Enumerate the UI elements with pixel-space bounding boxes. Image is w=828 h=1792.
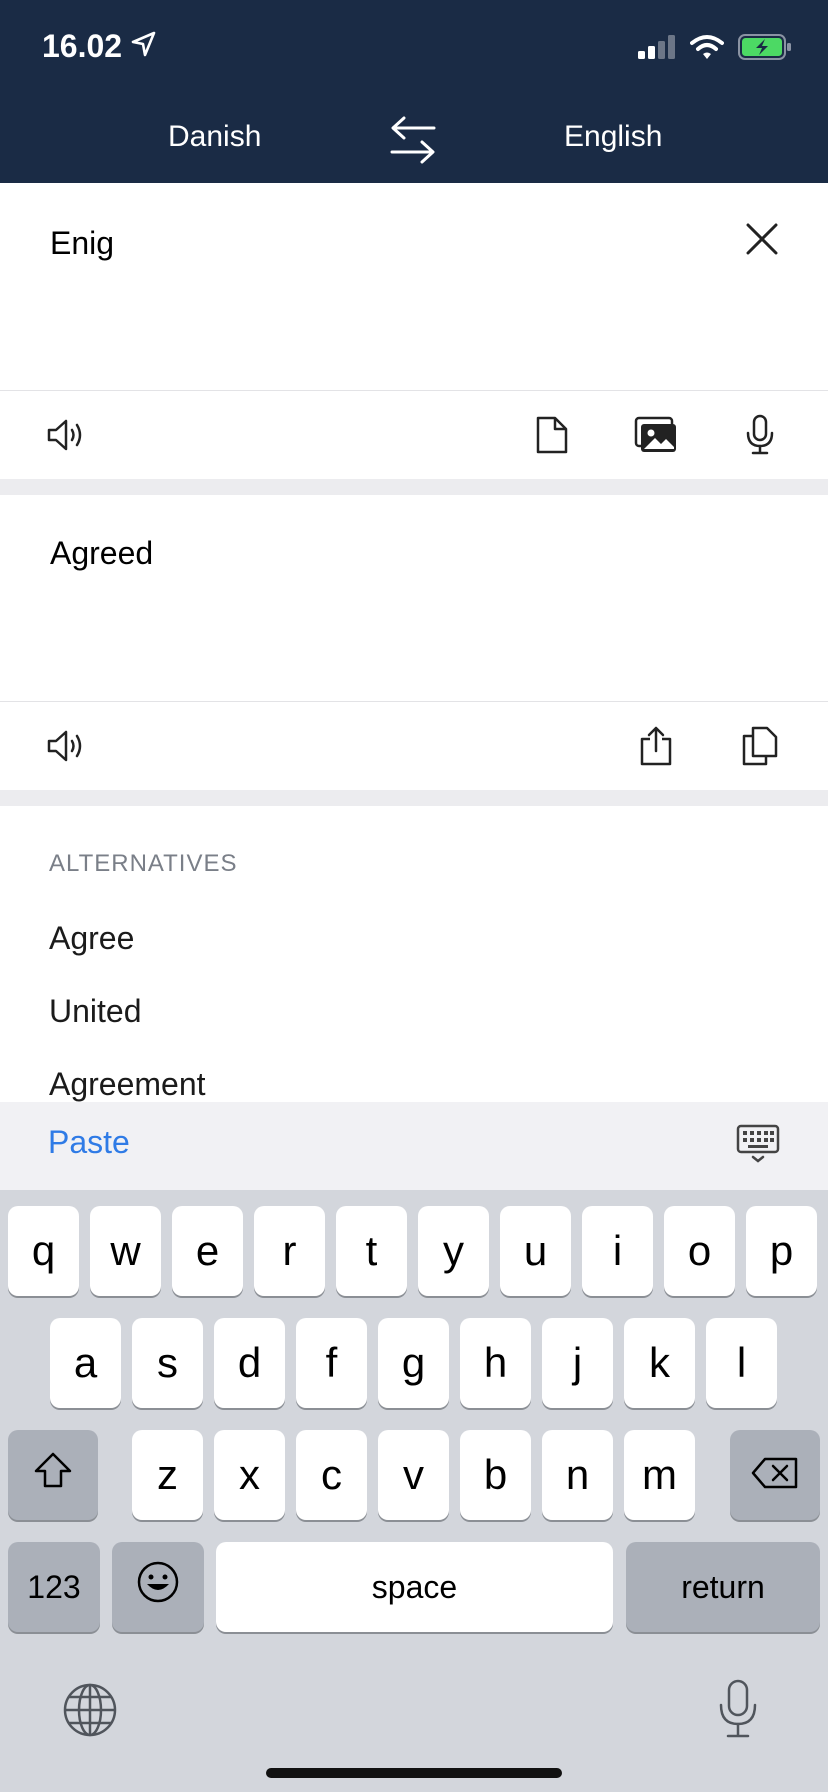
alternatives-section: ALTERNATIVES Agree United Agreement	[0, 806, 828, 1102]
translation-text: Agreed	[50, 535, 154, 571]
app-header: 16.02 Danish English	[0, 0, 828, 183]
microphone-icon[interactable]	[738, 413, 782, 457]
key-k[interactable]: k	[624, 1318, 695, 1408]
key-e[interactable]: e	[172, 1206, 243, 1296]
location-arrow-icon	[130, 30, 158, 63]
source-language-button[interactable]: Danish	[168, 120, 261, 154]
key-n[interactable]: n	[542, 1430, 613, 1520]
share-icon[interactable]	[634, 724, 678, 768]
translation-toolbar	[0, 702, 828, 790]
target-language-button[interactable]: English	[564, 120, 662, 154]
home-indicator[interactable]	[266, 1768, 562, 1778]
alternative-item[interactable]: Agree	[49, 920, 134, 957]
key-m[interactable]: m	[624, 1430, 695, 1520]
key-g[interactable]: g	[378, 1318, 449, 1408]
key-p[interactable]: p	[746, 1206, 817, 1296]
key-w[interactable]: w	[90, 1206, 161, 1296]
alternatives-title: ALTERNATIVES	[49, 850, 238, 877]
wifi-icon	[690, 34, 724, 65]
speaker-icon[interactable]	[46, 413, 90, 457]
return-key[interactable]: return	[626, 1542, 820, 1632]
key-h[interactable]: h	[460, 1318, 531, 1408]
signal-icon	[638, 35, 676, 64]
key-x[interactable]: x	[214, 1430, 285, 1520]
section-separator	[0, 790, 828, 806]
source-text-input[interactable]: Enig	[50, 225, 114, 262]
status-bar: 16.02	[0, 0, 828, 100]
key-q[interactable]: q	[8, 1206, 79, 1296]
source-text-area[interactable]: Enig	[0, 183, 828, 391]
battery-charging-icon	[738, 34, 792, 65]
space-key[interactable]: space	[216, 1542, 613, 1632]
key-c[interactable]: c	[296, 1430, 367, 1520]
numbers-key[interactable]: 123	[8, 1542, 100, 1632]
key-d[interactable]: d	[214, 1318, 285, 1408]
status-time: 16.02	[42, 28, 123, 64]
swap-arrows-icon[interactable]	[388, 112, 438, 168]
status-icons	[638, 34, 792, 65]
key-v[interactable]: v	[378, 1430, 449, 1520]
section-separator	[0, 479, 828, 495]
emoji-icon	[136, 1560, 180, 1614]
paste-button[interactable]: Paste	[48, 1124, 130, 1161]
source-toolbar	[0, 391, 828, 479]
backspace-icon	[751, 1451, 799, 1499]
dictation-microphone-icon[interactable]	[716, 1678, 760, 1740]
key-j[interactable]: j	[542, 1318, 613, 1408]
key-o[interactable]: o	[664, 1206, 735, 1296]
key-r[interactable]: r	[254, 1206, 325, 1296]
emoji-key[interactable]	[112, 1542, 204, 1632]
copy-icon[interactable]	[738, 724, 782, 768]
key-y[interactable]: y	[418, 1206, 489, 1296]
shift-icon	[33, 1451, 73, 1499]
shift-key[interactable]	[8, 1430, 98, 1520]
status-time-group: 16.02	[42, 28, 158, 65]
key-b[interactable]: b	[460, 1430, 531, 1520]
image-icon[interactable]	[634, 413, 678, 457]
key-t[interactable]: t	[336, 1206, 407, 1296]
keyboard-dismiss-icon[interactable]	[736, 1124, 780, 1164]
key-u[interactable]: u	[500, 1206, 571, 1296]
backspace-key[interactable]	[730, 1430, 820, 1520]
alternative-item[interactable]: United	[49, 993, 142, 1030]
key-f[interactable]: f	[296, 1318, 367, 1408]
keyboard-accessory-bar: Paste	[0, 1102, 828, 1190]
translation-area: Agreed	[0, 495, 828, 701]
globe-icon[interactable]	[62, 1682, 118, 1738]
key-i[interactable]: i	[582, 1206, 653, 1296]
onscreen-keyboard: q w e r t y u i o p a s d f g h j k l z …	[0, 1190, 828, 1792]
key-z[interactable]: z	[132, 1430, 203, 1520]
alternative-item[interactable]: Agreement	[49, 1066, 206, 1102]
language-selector-bar: Danish English	[0, 100, 828, 183]
close-icon[interactable]	[742, 219, 782, 259]
document-icon[interactable]	[530, 413, 574, 457]
key-l[interactable]: l	[706, 1318, 777, 1408]
key-s[interactable]: s	[132, 1318, 203, 1408]
key-a[interactable]: a	[50, 1318, 121, 1408]
speaker-icon[interactable]	[46, 724, 90, 768]
